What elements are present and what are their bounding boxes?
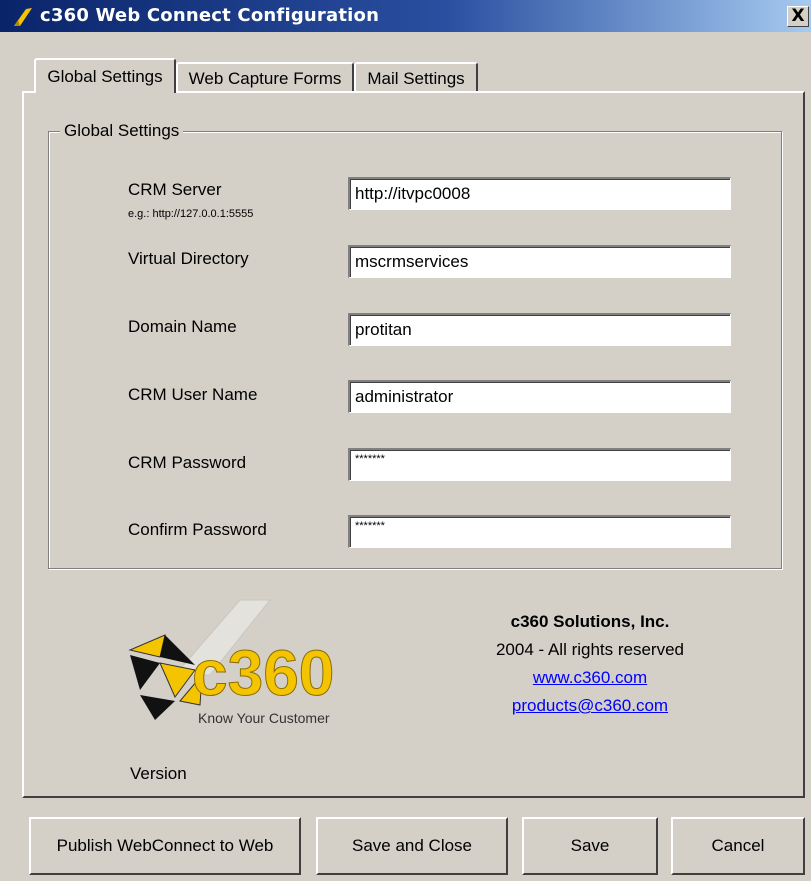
app-icon	[14, 8, 32, 26]
crm-user-name-input[interactable]: administrator	[348, 380, 731, 413]
logo-tagline: Know Your Customer	[198, 710, 330, 726]
company-name: c360 Solutions, Inc.	[510, 612, 670, 631]
tab-mail-settings[interactable]: Mail Settings	[354, 62, 478, 92]
tab-web-capture-forms[interactable]: Web Capture Forms	[176, 62, 354, 92]
virtual-directory-label: Virtual Directory	[128, 249, 249, 268]
domain-name-label: Domain Name	[128, 317, 237, 336]
crm-server-input[interactable]: http://itvpc0008	[348, 177, 731, 210]
save-and-close-button[interactable]: Save and Close	[316, 817, 508, 875]
crm-user-name-label: CRM User Name	[128, 385, 258, 404]
email-link[interactable]: products@c360.com	[440, 696, 740, 716]
crm-server-label: CRM Server	[128, 180, 222, 199]
crm-server-hint: e.g.: http://127.0.0.1:5555	[128, 208, 254, 220]
close-button[interactable]: X	[787, 6, 809, 27]
crm-password-input[interactable]: *******	[348, 448, 731, 481]
cancel-button[interactable]: Cancel	[671, 817, 805, 875]
publish-button[interactable]: Publish WebConnect to Web	[29, 817, 301, 875]
window-title: c360 Web Connect Configuration	[40, 5, 380, 26]
save-button[interactable]: Save	[522, 817, 658, 875]
c360-logo: c360 Know Your Customer	[128, 599, 335, 726]
virtual-directory-input[interactable]: mscrmservices	[348, 245, 731, 278]
logo-wordmark: c360	[192, 637, 334, 709]
confirm-password-input[interactable]: *******	[348, 515, 731, 548]
copyright-text: 2004 - All rights reserved	[495, 640, 685, 659]
tab-global-settings[interactable]: Global Settings	[34, 58, 176, 93]
version-label: Version	[130, 764, 187, 783]
confirm-password-label: Confirm Password	[128, 520, 267, 539]
crm-password-label: CRM Password	[128, 453, 247, 472]
title-bar[interactable]: c360 Web Connect Configuration X	[0, 0, 811, 32]
domain-name-input[interactable]: protitan	[348, 313, 731, 346]
website-link[interactable]: www.c360.com	[440, 668, 740, 688]
groupbox-legend: Global Settings	[60, 121, 184, 141]
